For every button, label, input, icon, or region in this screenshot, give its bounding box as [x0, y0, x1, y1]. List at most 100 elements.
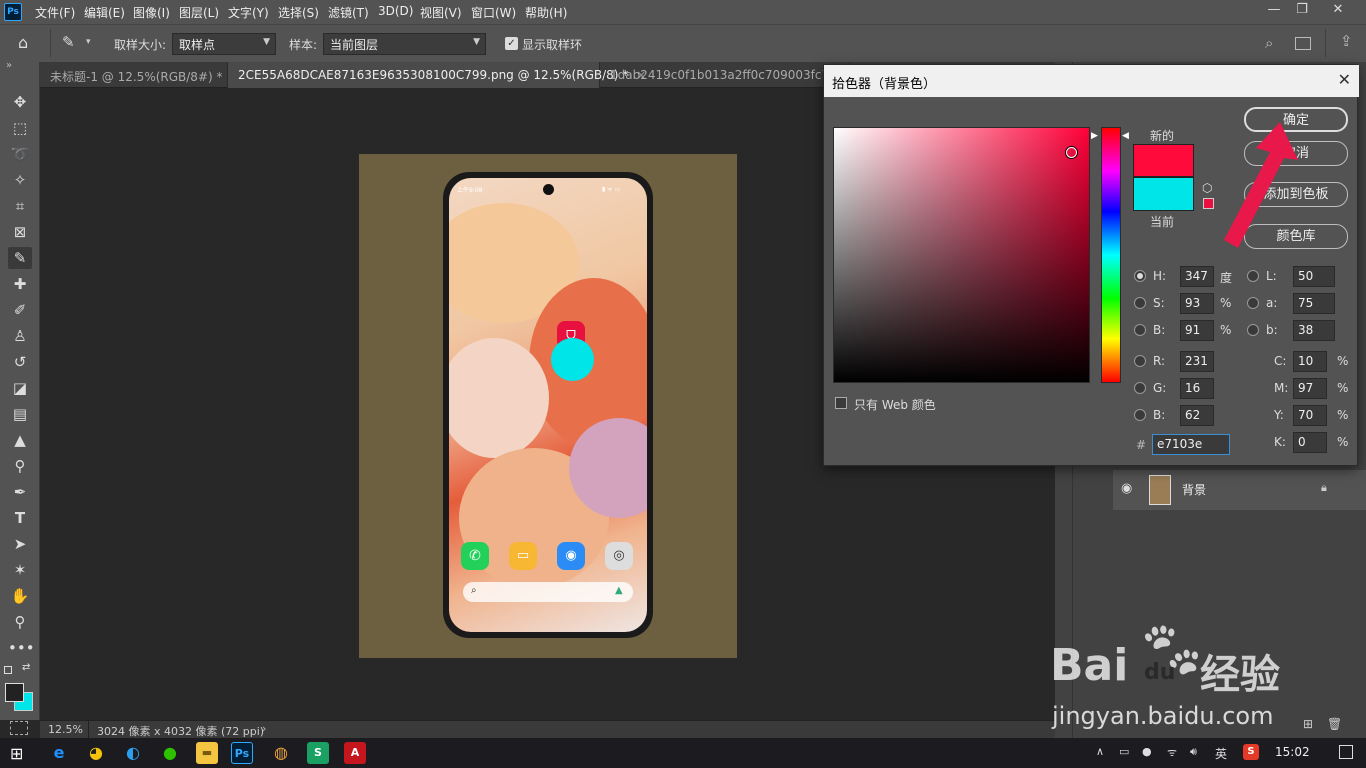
clock[interactable]: 15:02 [1275, 745, 1310, 759]
sample-size-select[interactable]: 取样点 ▼ [172, 33, 276, 55]
chevron-down-icon[interactable]: ▾ [86, 37, 91, 47]
chevron-right-icon[interactable]: › [262, 722, 266, 735]
hue-radio[interactable] [1134, 270, 1146, 282]
search-icon[interactable]: ⌕ [1265, 34, 1273, 52]
current-color-swatch[interactable] [1133, 177, 1194, 211]
move-tool-icon[interactable]: ✥ [8, 91, 32, 113]
menu-view[interactable]: 视图(V) [420, 4, 462, 21]
sample-select[interactable]: 当前图层 ▼ [323, 33, 486, 55]
dodge-tool-icon[interactable]: ⚲ [8, 455, 32, 477]
green-radio[interactable] [1134, 382, 1146, 394]
foreground-color-swatch[interactable] [5, 683, 24, 702]
wechat-icon[interactable]: ● [159, 742, 181, 764]
volume-icon[interactable]: 🔊︎ [1190, 745, 1197, 759]
lab-a-radio[interactable] [1247, 297, 1259, 309]
lab-a-input[interactable]: 75 [1293, 293, 1335, 314]
menu-3d[interactable]: 3D(D) [378, 4, 413, 18]
home-icon[interactable]: ⌂ [18, 33, 28, 52]
minimize-icon[interactable]: — [1263, 2, 1285, 20]
black-input[interactable]: 0 [1293, 432, 1327, 453]
pen-tool-icon[interactable]: ✒ [8, 481, 32, 503]
menu-image[interactable]: 图像(I) [133, 4, 170, 21]
saturation-brightness-field[interactable] [833, 127, 1090, 383]
lab-l-radio[interactable] [1247, 270, 1259, 282]
eye-visibility-icon[interactable]: ◉ [1121, 481, 1132, 496]
magic-wand-tool-icon[interactable]: ✧ [8, 169, 32, 191]
lasso-tool-icon[interactable]: ➰ [8, 143, 32, 165]
ime-indicator[interactable]: 英 [1215, 745, 1227, 762]
sogou-ime-icon[interactable]: S [1243, 744, 1259, 760]
battery-icon[interactable]: ▭ [1119, 745, 1129, 758]
menu-edit[interactable]: 编辑(E) [84, 4, 125, 21]
chrome-icon[interactable]: ◕ [85, 742, 107, 764]
lab-b-radio[interactable] [1247, 324, 1259, 336]
menu-help[interactable]: 帮助(H) [525, 4, 567, 21]
green-input[interactable]: 16 [1180, 378, 1214, 399]
menu-type[interactable]: 文字(Y) [228, 4, 269, 21]
eyedropper-tool-icon[interactable]: ✎ [62, 33, 75, 51]
ie-browser-icon[interactable]: e [48, 742, 70, 764]
blue-radio[interactable] [1134, 409, 1146, 421]
share-icon[interactable]: ⇪ [1340, 32, 1353, 50]
tab-untitled[interactable]: 未标题-1 @ 12.5%(RGB/8#) *× [40, 62, 241, 88]
path-selection-tool-icon[interactable]: ➤ [8, 533, 32, 555]
close-icon[interactable]: ✕ [1338, 70, 1351, 89]
more-tools-icon[interactable]: ••• [8, 637, 35, 659]
file-explorer-icon[interactable]: ▬ [196, 742, 218, 764]
default-colors-icon[interactable] [4, 666, 12, 674]
gamut-warning-swatch[interactable] [1203, 198, 1214, 209]
eraser-tool-icon[interactable]: ◪ [8, 377, 32, 399]
red-radio[interactable] [1134, 355, 1146, 367]
brightness-radio[interactable] [1134, 324, 1146, 336]
notification-icon[interactable] [1339, 745, 1353, 759]
saturation-input[interactable]: 93 [1180, 293, 1214, 314]
yellow-input[interactable]: 70 [1293, 405, 1327, 426]
acrobat-icon[interactable]: A [344, 742, 366, 764]
wifi-icon[interactable]: ᯤ [1167, 745, 1177, 760]
hue-slider-left-handle-icon[interactable]: ▶ [1091, 131, 1098, 141]
show-ring-checkbox[interactable]: ✓ [505, 37, 518, 50]
gradient-tool-icon[interactable]: ▤ [8, 403, 32, 425]
cyan-input[interactable]: 10 [1293, 351, 1327, 372]
hand-tool-icon[interactable]: ✋ [8, 585, 32, 607]
crop-tool-icon[interactable]: ⌗ [8, 195, 32, 217]
blur-tool-icon[interactable]: ▲ [8, 429, 32, 451]
hue-input[interactable]: 347 [1180, 266, 1214, 287]
menu-file[interactable]: 文件(F) [35, 4, 75, 21]
layer-row-background[interactable]: ◉ 背景 🔒︎ [1113, 470, 1366, 510]
qq-icon[interactable]: ● [1142, 745, 1152, 758]
menu-layer[interactable]: 图层(L) [179, 4, 219, 21]
lab-b-input[interactable]: 38 [1293, 320, 1335, 341]
tab-png[interactable]: 2CE55A68DCAE87163E9635308100C799.png @ 1… [228, 62, 646, 88]
photoshop-taskbar-icon[interactable]: Ps [231, 742, 253, 764]
hex-input[interactable]: e7103e [1152, 434, 1230, 455]
restore-icon[interactable]: ❐ [1291, 2, 1313, 20]
menu-window[interactable]: 窗口(W) [471, 4, 516, 21]
eyedropper-tool-icon[interactable]: ✎ [8, 247, 32, 269]
edge-icon[interactable]: ◐ [122, 742, 144, 764]
menu-filter[interactable]: 滤镜(T) [328, 4, 369, 21]
lab-l-input[interactable]: 50 [1293, 266, 1335, 287]
chevron-up-icon[interactable]: ∧ [1096, 745, 1104, 758]
frame-tool-icon[interactable]: ⊠ [8, 221, 32, 243]
zoom-tool-icon[interactable]: ⚲ [8, 611, 32, 633]
close-icon[interactable]: ✕ [1327, 2, 1349, 20]
color-cursor[interactable] [1066, 147, 1077, 158]
marquee-tool-icon[interactable]: ⬚ [8, 117, 32, 139]
hue-slider[interactable] [1101, 127, 1121, 383]
tab-jpg[interactable]: 1dab2419c0f1b013a2ff0c709003fc7.jpg [600, 62, 852, 88]
stamp-tool-icon[interactable]: ♙ [8, 325, 32, 347]
quick-mask-icon[interactable] [10, 721, 28, 735]
shape-tool-icon[interactable]: ✶ [8, 559, 32, 581]
swap-colors-icon[interactable]: ⇄ [22, 662, 30, 673]
type-tool-icon[interactable]: T [8, 507, 32, 529]
menu-select[interactable]: 选择(S) [278, 4, 319, 21]
healing-brush-tool-icon[interactable]: ✚ [8, 273, 32, 295]
brightness-input[interactable]: 91 [1180, 320, 1214, 341]
web-only-checkbox[interactable] [835, 397, 847, 409]
windows-start-icon[interactable]: ⊞ [10, 744, 23, 763]
blue-input[interactable]: 62 [1180, 405, 1214, 426]
magenta-input[interactable]: 97 [1293, 378, 1327, 399]
wps-sheets-icon[interactable]: S [307, 742, 329, 764]
collapse-arrows-icon[interactable]: » [6, 60, 12, 71]
